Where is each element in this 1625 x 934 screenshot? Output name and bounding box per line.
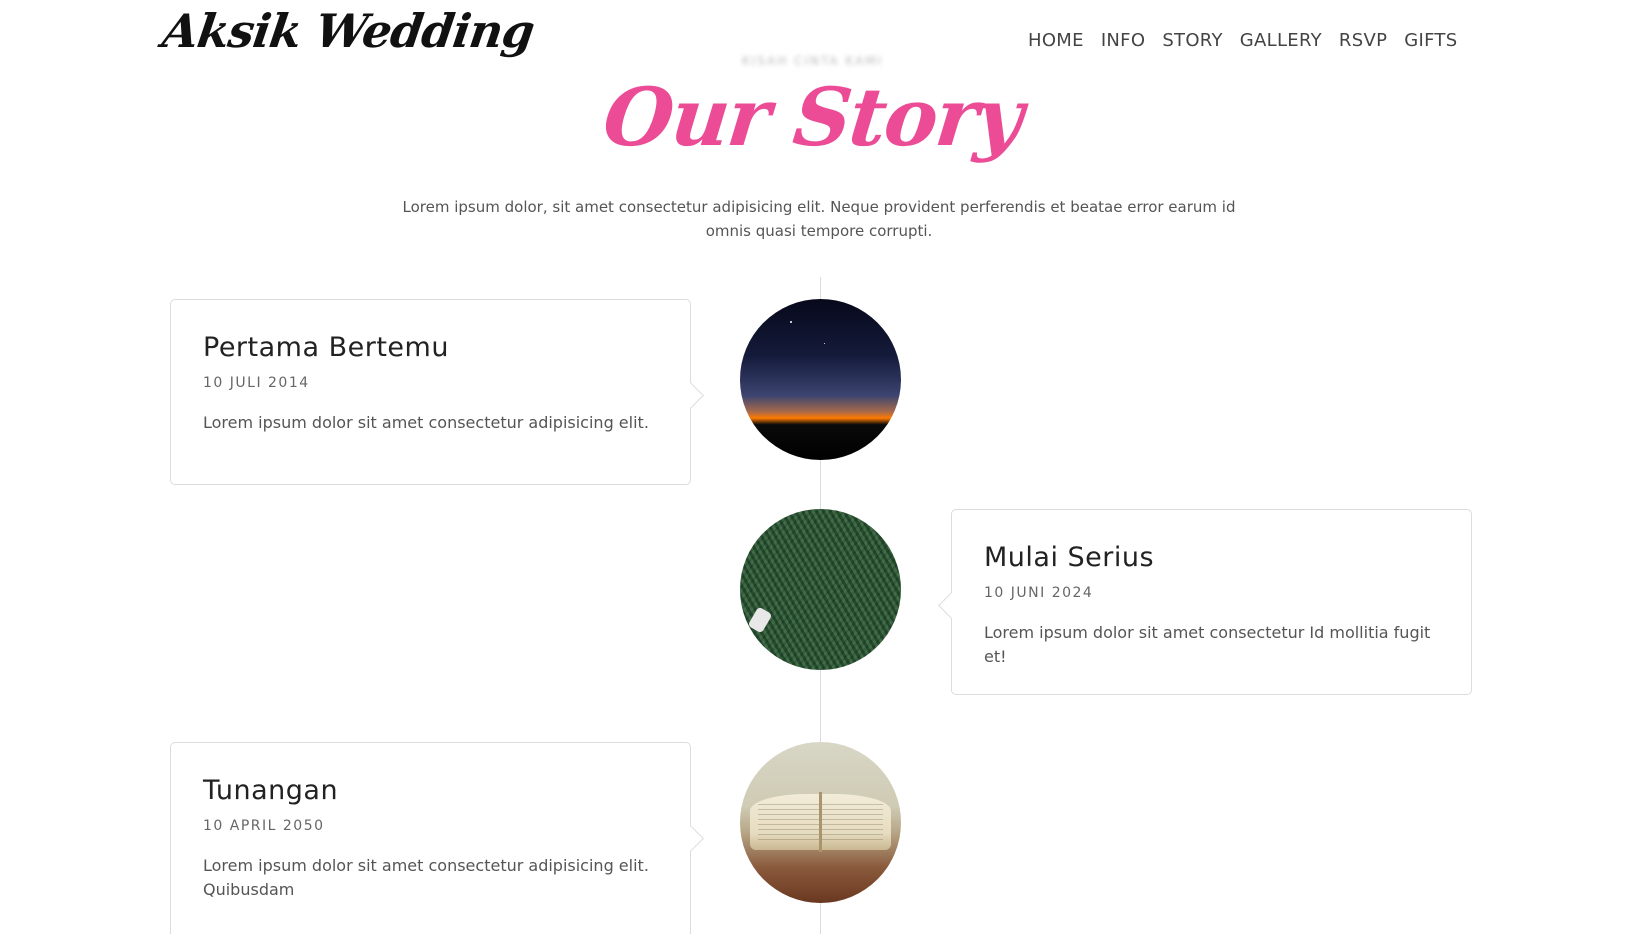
grass-field-photo <box>740 509 901 670</box>
timeline-card-title: Tunangan <box>203 775 339 806</box>
timeline-card-text: Lorem ipsum dolor sit amet consectetur a… <box>203 413 649 432</box>
timeline-card-tunangan: Tunangan 10 APRIL 2050 Lorem ipsum dolor… <box>170 742 691 934</box>
section-title: Our Story <box>599 70 1026 164</box>
timeline-card-date: 10 APRIL 2050 <box>203 818 325 834</box>
nav-gallery[interactable]: GALLERY <box>1240 30 1322 51</box>
nav-gifts[interactable]: GIFTS <box>1404 30 1457 51</box>
night-sky-photo <box>740 299 901 460</box>
nav-info[interactable]: INFO <box>1101 30 1146 51</box>
timeline-card-date: 10 JUNI 2024 <box>984 585 1094 601</box>
section-eyebrow: KISAH CINTA KAMI <box>741 54 884 68</box>
timeline-card-pertama-bertemu: Pertama Bertemu 10 JULI 2014 Lorem ipsum… <box>170 299 691 485</box>
nav-home[interactable]: HOME <box>1028 30 1084 51</box>
nav-rsvp[interactable]: RSVP <box>1339 30 1387 51</box>
open-book-photo <box>740 742 901 903</box>
timeline-card-title: Pertama Bertemu <box>203 332 449 363</box>
timeline-card-text: Lorem ipsum dolor sit amet consectetur a… <box>203 856 649 899</box>
timeline-card-mulai-serius: Mulai Serius 10 JUNI 2024 Lorem ipsum do… <box>951 509 1472 695</box>
site-logo[interactable]: Aksik Wedding <box>159 4 537 58</box>
timeline-card-date: 10 JULI 2014 <box>203 375 310 391</box>
timeline-card-text: Lorem ipsum dolor sit amet consectetur I… <box>984 623 1431 666</box>
timeline-card-title: Mulai Serius <box>984 542 1155 573</box>
nav-story[interactable]: STORY <box>1162 30 1222 51</box>
section-description: Lorem ipsum dolor, sit amet consectetur … <box>402 198 1236 240</box>
main-nav: HOME INFO STORY GALLERY RSVP GIFTS <box>1028 30 1457 51</box>
